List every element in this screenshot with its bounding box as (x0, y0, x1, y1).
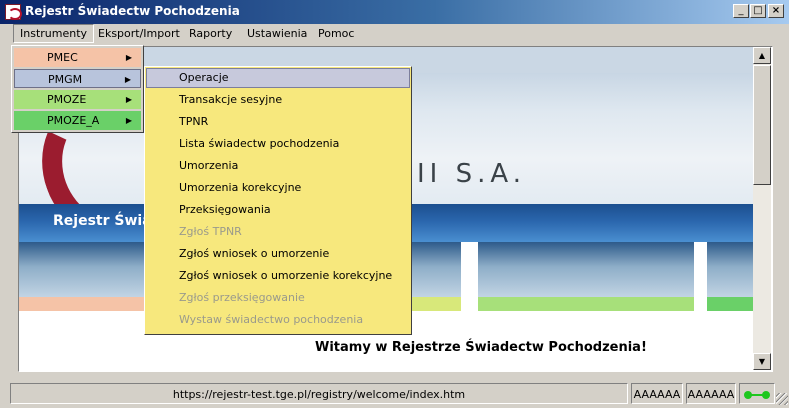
welcome-message: Witamy w Rejestrze Świadectw Pochodzenia… (315, 340, 647, 355)
submenu-item[interactable]: Lista świadectw pochodzenia (146, 134, 410, 154)
submenu-item[interactable]: Zgłoś wniosek o umorzenie (146, 244, 410, 264)
menu-item-label: PMOZE (47, 93, 87, 106)
menu-item-pmoze-a[interactable]: PMOZE_A ▶ (14, 111, 141, 130)
submenu-item: Wystaw świadectwo pochodzenia (179, 313, 364, 326)
submenu-arrow-icon: ▶ (124, 75, 131, 84)
status-field-1: AAAAAA (631, 383, 683, 404)
banner-photo-4 (707, 242, 753, 297)
menu-item-label: PMGM (48, 73, 83, 86)
status-url: https://rejestr-test.tge.pl/registry/wel… (10, 383, 628, 404)
submenu-item: Zgłoś przeksięgowanie (179, 291, 305, 304)
status-bar: https://rejestr-test.tge.pl/registry/wel… (0, 380, 789, 406)
minimize-button[interactable]: _ (733, 4, 749, 18)
menu-item-pmec[interactable]: PMEC ▶ (14, 48, 141, 67)
menu-raporty[interactable]: Raporty (183, 24, 238, 43)
submenu-arrow-icon: ▶ (125, 116, 132, 125)
menu-item-label: PMEC (47, 51, 78, 64)
window-title: Rejestr Świadectw Pochodzenia (25, 4, 240, 18)
scroll-up-icon[interactable]: ▲ (753, 47, 771, 64)
scroll-thumb[interactable] (753, 65, 771, 185)
submenu-item[interactable]: Przeksięgowania (146, 200, 410, 220)
submenu-item[interactable]: TPNR (146, 112, 410, 132)
submenu-item[interactable]: Operacje (146, 68, 410, 88)
menu-pomoc[interactable]: Pomoc (312, 24, 360, 43)
company-name-partial: II S.A. (417, 159, 526, 189)
submenu-item[interactable]: Transakcje sesyjne (146, 90, 410, 110)
menu-bar: Instrumenty Eksport/Import Raporty Ustaw… (0, 24, 789, 44)
status-field-2: AAAAAA (686, 383, 736, 404)
menu-item-label: PMOZE_A (47, 114, 100, 127)
menu-ustawienia[interactable]: Ustawienia (241, 24, 313, 43)
scroll-down-icon[interactable]: ▼ (753, 353, 771, 370)
app-logo-icon (5, 4, 22, 20)
pmgm-submenu: Operacje Transakcje sesyjne TPNR Lista świa… (144, 66, 412, 335)
color-strip-4 (707, 297, 753, 311)
banner-title: Rejestr Świa (53, 213, 152, 229)
banner-photo-3 (478, 242, 694, 297)
menu-item-pmoze[interactable]: PMOZE ▶ (14, 90, 141, 109)
close-button[interactable]: × (768, 4, 784, 18)
submenu-item: Zgłoś TPNR (179, 225, 242, 238)
submenu-item[interactable]: Zgłoś wniosek o umorzenie korekcyjne (146, 266, 410, 286)
menu-eksport-import[interactable]: Eksport/Import (92, 24, 186, 43)
color-strip-3 (478, 297, 694, 311)
submenu-arrow-icon: ▶ (125, 95, 132, 104)
submenu-item[interactable]: Umorzenia korekcyjne (146, 178, 410, 198)
connection-status-icon (739, 383, 775, 404)
resize-grip-icon[interactable] (776, 393, 788, 405)
title-bar: Rejestr Świadectw Pochodzenia _ □ × (0, 0, 789, 24)
vertical-scrollbar[interactable]: ▲ ▼ (753, 47, 771, 370)
instrumenty-dropdown: PMEC ▶ PMGM ▶ PMOZE ▶ PMOZE_A ▶ (11, 45, 144, 133)
menu-instrumenty[interactable]: Instrumenty (13, 24, 95, 43)
maximize-button[interactable]: □ (750, 4, 766, 18)
submenu-item[interactable]: Umorzenia (146, 156, 410, 176)
submenu-arrow-icon: ▶ (125, 53, 132, 62)
menu-item-pmgm[interactable]: PMGM ▶ (14, 69, 141, 88)
